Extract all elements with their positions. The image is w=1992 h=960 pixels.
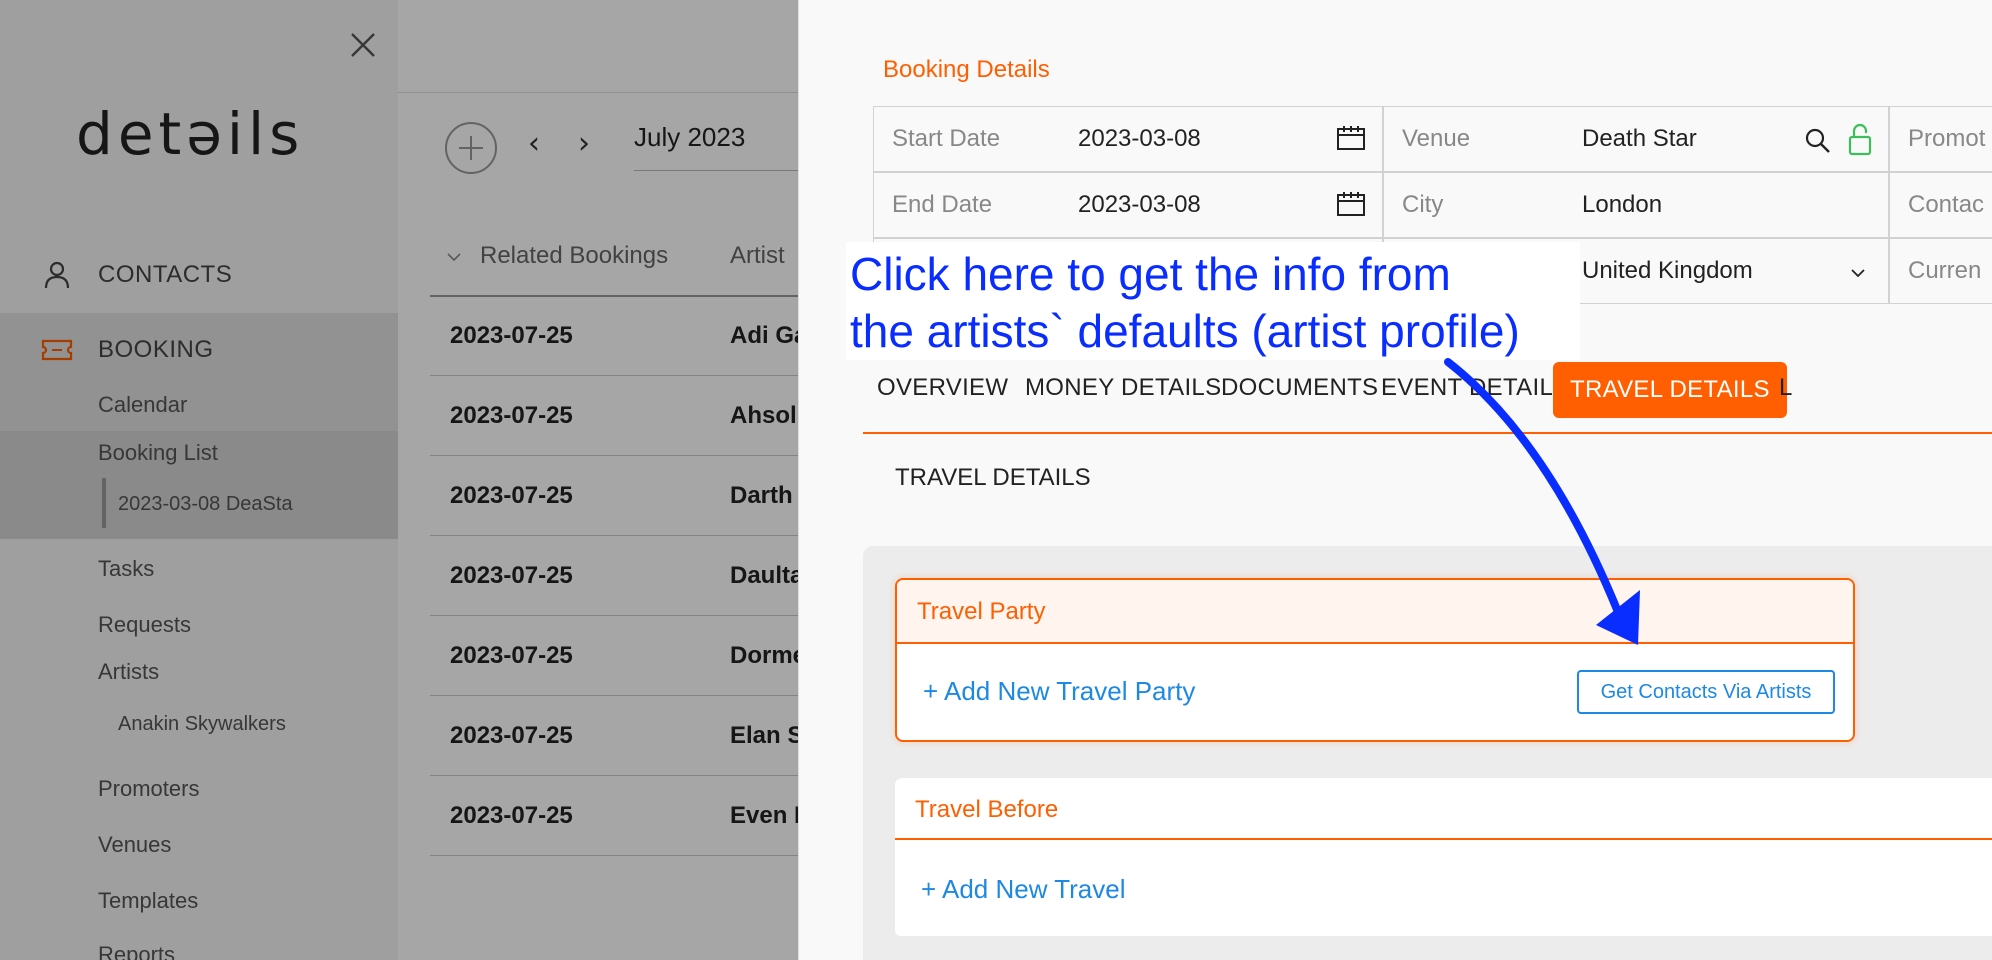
field-label: End Date (892, 191, 993, 218)
get-contacts-via-artists-button[interactable]: Get Contacts Via Artists (1577, 670, 1835, 714)
field-value: London (1582, 191, 1663, 218)
end-date-field[interactable]: End Date 2023-03-08 (873, 172, 1383, 238)
add-travel-party-link[interactable]: + Add New Travel Party (923, 676, 1195, 707)
field-label: Promot (1908, 125, 1986, 152)
tab-event-details[interactable]: EVENT DETAILS (1381, 374, 1569, 402)
tab-next[interactable]: L (1779, 374, 1793, 402)
tab-travel-details[interactable]: TRAVEL DETAILS (1553, 362, 1787, 418)
promoter-field[interactable]: Promot (1889, 106, 1992, 172)
calendar-icon[interactable] (1336, 191, 1366, 217)
field-label: Curren (1908, 257, 1982, 284)
tab-documents[interactable]: DOCUMENTS (1221, 374, 1378, 402)
field-value: United Kingdom (1582, 257, 1753, 284)
chevron-down-icon[interactable] (1850, 267, 1866, 279)
field-value: 2023-03-08 (1078, 191, 1201, 218)
currency-field[interactable]: Curren (1889, 238, 1992, 304)
annotation-line-1: Click here to get the info from (850, 248, 1451, 300)
travel-party-card: Travel Party + Add New Travel Party Get … (895, 578, 1855, 742)
annotation-line-2: the artists` defaults (artist profile) (850, 305, 1520, 357)
card-header: Travel Party (897, 580, 1853, 644)
unlock-icon[interactable] (1848, 123, 1872, 157)
section-title: TRAVEL DETAILS (895, 464, 1091, 491)
field-value: 2023-03-08 (1078, 125, 1201, 152)
field-label: Start Date (892, 125, 1001, 152)
tab-bar: OVERVIEW MONEY DETAILS DOCUMENTS EVENT D… (863, 362, 1992, 434)
start-date-field[interactable]: Start Date 2023-03-08 (873, 106, 1383, 172)
card-title: Travel Party (917, 598, 1046, 625)
drawer-title: Booking Details (883, 56, 1050, 83)
city-field[interactable]: City London (1383, 172, 1889, 238)
booking-details-drawer: Booking Details Start Date 2023-03-08 Ve… (798, 0, 1992, 960)
search-icon[interactable] (1804, 127, 1832, 155)
contact-field[interactable]: Contac (1889, 172, 1992, 238)
tab-overview[interactable]: OVERVIEW (877, 374, 1008, 402)
field-label: Contac (1908, 191, 1985, 218)
annotation-callout: Click here to get the info from the arti… (846, 242, 1580, 360)
card-title: Travel Before (915, 796, 1059, 823)
calendar-icon[interactable] (1336, 125, 1366, 151)
tab-money-details[interactable]: MONEY DETAILS (1025, 374, 1221, 402)
field-label: Venue (1402, 125, 1471, 152)
venue-field[interactable]: Venue Death Star (1383, 106, 1889, 172)
field-label: City (1402, 191, 1444, 218)
field-value: Death Star (1582, 125, 1697, 152)
add-travel-link[interactable]: + Add New Travel (921, 874, 1126, 905)
card-header: Travel Before (895, 778, 1992, 840)
modal-backdrop[interactable] (0, 0, 798, 960)
travel-before-card: Travel Before + Add New Travel (895, 778, 1992, 936)
